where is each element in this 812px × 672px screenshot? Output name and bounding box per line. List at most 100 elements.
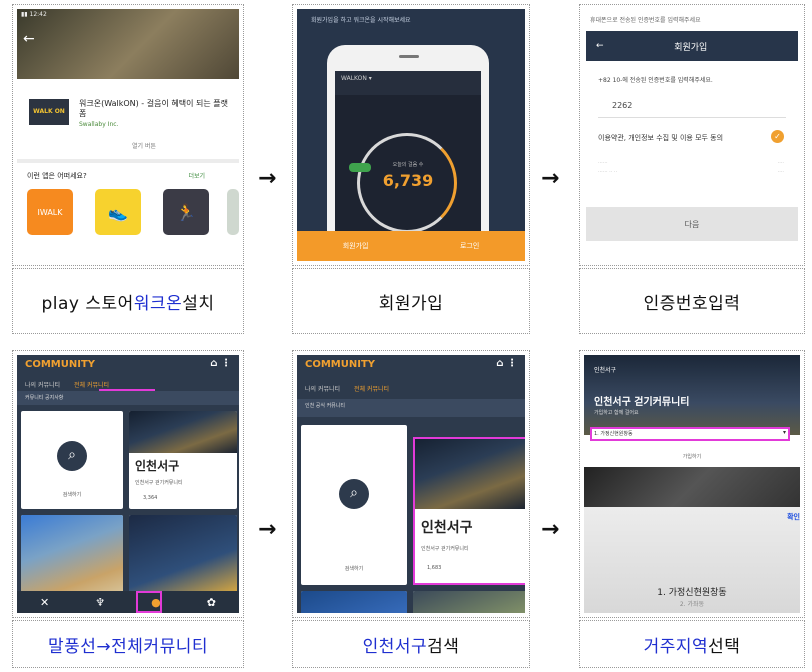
step2-image-cell: 회원가입을 하고 워크온을 시작해보세요 WALKON ▾ 오늘의 걸음 수 6… — [292, 4, 530, 266]
playstore-screen: ▮▮ 12:42 ← WALK ON 워크온(WalkON) - 걸음이 혜택이… — [17, 9, 239, 261]
developer-name: Swallaby Inc. — [79, 121, 119, 128]
caption-5: 인천서구 검색 — [292, 620, 530, 668]
community-card-4[interactable] — [129, 515, 237, 597]
search-card-label: 검색하기 — [344, 566, 364, 572]
more-menu-icon[interactable]: ⌂ ⋮ — [210, 358, 231, 369]
recommend-heading: 이런 앱은 어떠세요? — [27, 172, 87, 180]
caption-1-suffix: 설치 — [182, 293, 215, 314]
phone-speaker — [399, 55, 419, 58]
caption-4: 말풍선→전체커뮤니티 — [12, 620, 244, 668]
arrow-1: → — [258, 166, 277, 191]
phone-mockup: WALKON ▾ 오늘의 걸음 수 6,739 — [327, 45, 489, 255]
seogu-logo: 인천서구 — [135, 459, 180, 473]
dropdown-highlight — [590, 427, 790, 441]
notice-bar: 커뮤니티 공지사항 — [17, 391, 239, 405]
region-option-2[interactable]: 2. 가좌동 — [584, 599, 800, 608]
caption-5-suffix: 검색 — [427, 636, 460, 657]
banner-breadcrumb: 인천서구 — [594, 367, 617, 374]
app-banner: ▮▮ 12:42 ← — [17, 9, 239, 79]
tab-all-community[interactable]: 전체 커뮤니티 — [74, 380, 109, 389]
step1-image-cell: ▮▮ 12:42 ← WALK ON 워크온(WalkON) - 걸음이 혜택이… — [12, 4, 244, 266]
app-name: 워크온(WalkON) - 걸음이 혜택이 되는 플랫폼 — [79, 99, 228, 119]
recommend-app-3[interactable]: 🏃 — [163, 189, 209, 235]
community-header: COMMUNITY ⌂ ⋮ — [17, 355, 239, 377]
terms-links[interactable]: ···· ···· — [778, 159, 784, 177]
nav-walk-icon[interactable]: ✕ — [40, 596, 49, 609]
agree-check-icon[interactable]: ✓ — [771, 130, 784, 143]
recommend-app-1[interactable]: IWALK — [27, 189, 73, 235]
community-card-4[interactable] — [413, 591, 525, 613]
step-label: 오늘의 걸음 수 — [392, 162, 424, 168]
runner-icon: 🏃 — [176, 202, 196, 222]
recommend-app-4[interactable] — [227, 189, 239, 235]
caption-1-highlight: 워크온 — [133, 293, 183, 314]
community-grid: ⌕ 검색하기 인천서구 인천서구 걷기커뮤니티 1,683 — [301, 425, 525, 613]
region-option-1[interactable]: 1. 가정신현원창동 — [584, 585, 800, 598]
back-arrow-icon[interactable]: ← — [23, 31, 35, 47]
search-card[interactable]: ⌕ 검색하기 — [301, 425, 407, 585]
community-screen-all: COMMUNITY ⌂ ⋮ 나의 커뮤니티 전체 커뮤니티 커뮤니티 공지사항 … — [17, 355, 239, 613]
shoe-icon: 👟 — [108, 202, 128, 222]
street-photo — [413, 591, 525, 613]
more-menu-icon[interactable]: ⌂ ⋮ — [496, 358, 517, 369]
community-card-seogu[interactable]: 인천서구 인천서구 걷기커뮤니티 3,364 — [129, 411, 237, 509]
tab-my-community[interactable]: 나의 커뮤니티 — [305, 384, 340, 393]
search-card[interactable]: ⌕ 검색하기 — [21, 411, 123, 509]
step6-image-cell: 인천서구 인천서구 걷기커뮤니티 가입하고 함께 걸어요 1. 가정신현원창동 … — [579, 350, 805, 618]
region-select-screen: 인천서구 인천서구 걷기커뮤니티 가입하고 함께 걸어요 1. 가정신현원창동 … — [584, 355, 800, 613]
community-title: COMMUNITY — [305, 359, 376, 370]
seogu-card-highlight — [413, 437, 525, 585]
member-count: 3,364 — [143, 495, 158, 501]
verification-hint: 휴대폰으로 전송된 인증번호를 입력해주세요 — [590, 17, 701, 24]
more-link[interactable]: 더보기 — [188, 171, 205, 180]
tab-my-community[interactable]: 나의 커뮤니티 — [25, 380, 60, 389]
join-label[interactable]: 가입하기 — [584, 447, 800, 467]
event-photo — [301, 591, 407, 613]
recommend-app-2[interactable]: 👟 — [95, 189, 141, 235]
agree-all-label: 이용약관, 개인정보 수집 및 이용 모두 동의 — [598, 134, 724, 142]
bottom-nav: ✕ ♆ ● ✿ — [17, 591, 239, 613]
intro-hint: 회원가입을 하고 워크온을 시작해보세요 — [311, 17, 411, 24]
caption-6-suffix: 선택 — [708, 636, 741, 657]
status-bar: ▮▮ 12:42 — [21, 11, 47, 18]
signup-title: 회원가입 — [674, 42, 708, 53]
community-grid: ⌕ 검색하기 인천서구 인천서구 걷기커뮤니티 3,364 — [21, 411, 237, 597]
community-screen-search: COMMUNITY ⌂ ⋮ 나의 커뮤니티 전체 커뮤니티 인천 공식 커뮤니티… — [297, 355, 525, 613]
caption-5-highlight: 인천서구 — [362, 636, 428, 657]
aerial-photo — [21, 515, 123, 597]
next-button[interactable]: 다음 — [586, 207, 798, 241]
verification-code-input[interactable]: 2262 — [612, 101, 632, 110]
tab-all-community[interactable]: 전체 커뮤니티 — [354, 384, 389, 393]
nav-gift-icon[interactable]: ✿ — [207, 596, 216, 609]
signup-button[interactable]: 회원가입 — [343, 241, 369, 251]
signup-intro-screen: 회원가입을 하고 워크온을 시작해보세요 WALKON ▾ 오늘의 걸음 수 6… — [297, 9, 525, 261]
nav-trophy-icon[interactable]: ♆ — [95, 596, 105, 609]
notice-bar: 인천 공식 커뮤니티 — [297, 399, 525, 417]
caption-1: play 스토어 워크온 설치 — [12, 268, 244, 334]
auth-bar: 회원가입 로그인 — [297, 231, 525, 261]
community-card-3[interactable] — [301, 591, 407, 613]
dimmed-photo — [584, 467, 800, 507]
community-header: COMMUNITY ⌂ ⋮ — [297, 355, 525, 377]
banner-subtitle: 가입하고 함께 걸어요 — [594, 410, 639, 416]
community-title: COMMUNITY — [25, 359, 96, 370]
phone-display: WALKON ▾ 오늘의 걸음 수 6,739 — [335, 71, 481, 255]
verification-message: +82 10-에 전송된 인증번호를 입력해주세요. — [598, 77, 713, 84]
back-arrow-icon[interactable]: ← — [596, 41, 604, 51]
signup-appbar: ← 회원가입 — [586, 31, 798, 61]
app-logo: WALK ON — [29, 99, 69, 125]
step4-image-cell: COMMUNITY ⌂ ⋮ 나의 커뮤니티 전체 커뮤니티 커뮤니티 공지사항 … — [12, 350, 244, 618]
login-button[interactable]: 로그인 — [460, 241, 479, 251]
community-card-3[interactable] — [21, 515, 123, 597]
confirm-button[interactable]: 확인 — [787, 512, 800, 522]
caption-3: 인증번호입력 — [579, 268, 805, 334]
community-name: 인천서구 걷기커뮤니티 — [135, 480, 183, 486]
walkon-appbar: WALKON ▾ — [335, 71, 481, 95]
arrow-3: → — [258, 517, 277, 542]
event-photo — [129, 515, 237, 597]
caption-4-text: 말풍선→전체커뮤니티 — [47, 636, 208, 657]
banner-title: 인천서구 걷기커뮤니티 — [594, 397, 690, 408]
search-icon: ⌕ — [339, 479, 369, 509]
open-button[interactable]: 열기 버튼 — [132, 141, 156, 150]
step-count: 6,739 — [382, 171, 434, 190]
